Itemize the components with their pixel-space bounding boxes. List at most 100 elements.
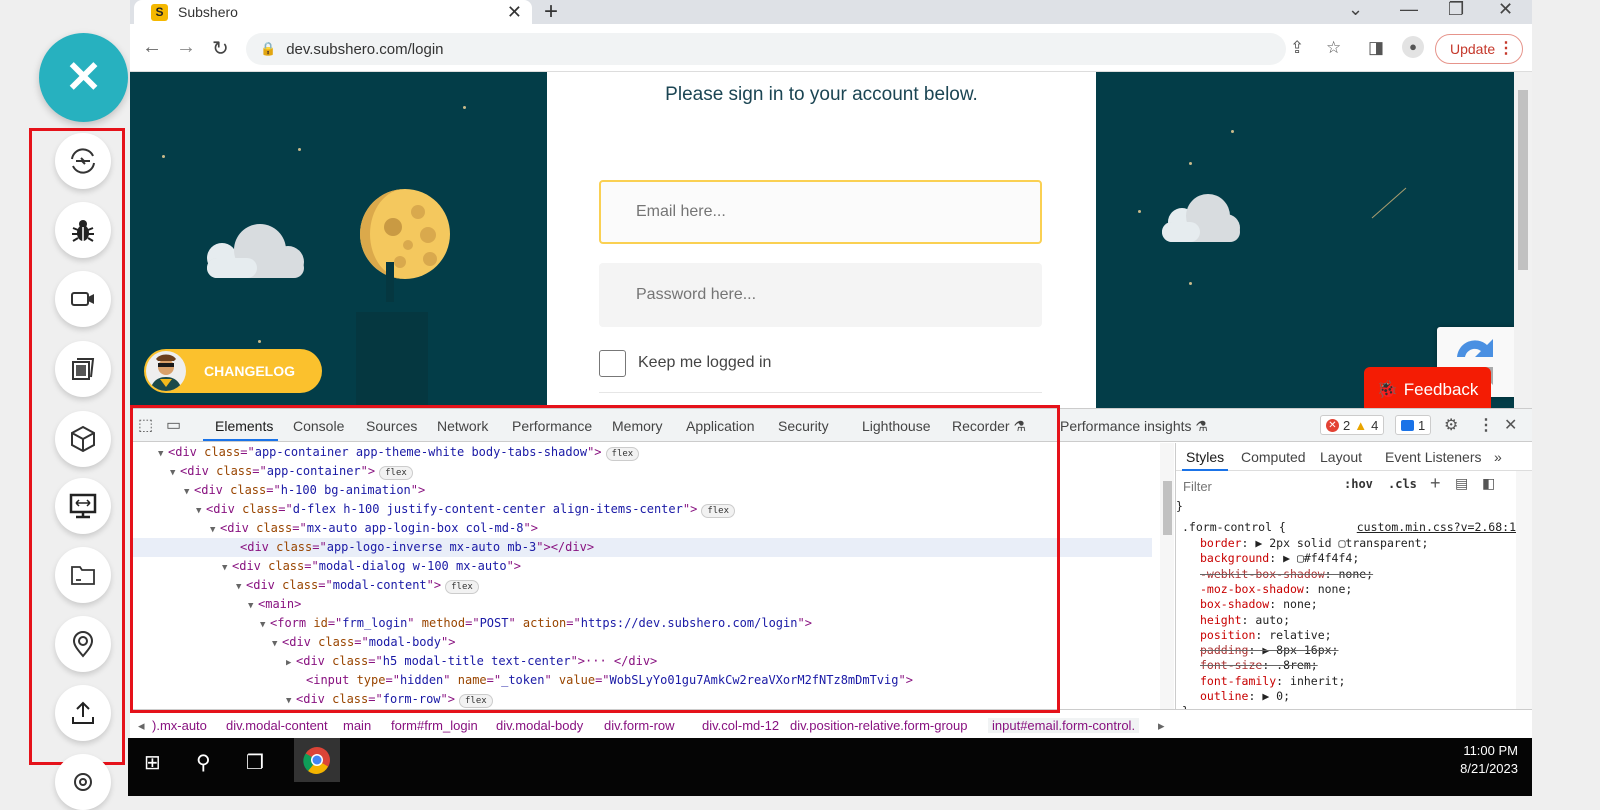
star	[1189, 282, 1192, 285]
page-scrollbar[interactable]	[1514, 72, 1532, 408]
browser-tab[interactable]: S Subshero ✕	[134, 0, 532, 24]
chrome-taskbar-button[interactable]	[294, 738, 340, 782]
tab-close-icon[interactable]: ✕	[507, 2, 522, 23]
style-declaration[interactable]: height: auto;	[1176, 613, 1516, 629]
style-source-link[interactable]: custom.min.css?v=2.68:1	[1357, 520, 1516, 536]
minimize-icon[interactable]: —	[1400, 0, 1418, 20]
style-declaration[interactable]: position: relative;	[1176, 628, 1516, 644]
hov-toggle[interactable]: :hov	[1344, 477, 1373, 491]
reload-icon[interactable]: ↻	[212, 36, 229, 61]
back-icon[interactable]: ←	[142, 36, 162, 59]
breadcrumb-scroll-right-icon[interactable]: ▸	[1158, 718, 1165, 734]
address-bar[interactable]: 🔒 dev.subshero.com/login	[246, 33, 1286, 65]
dom-scrollbar[interactable]	[1160, 443, 1174, 709]
feedback-button[interactable]: 🐞 Feedback	[1364, 367, 1491, 408]
remote-desktop-button[interactable]	[55, 478, 111, 534]
breadcrumb-item[interactable]: main	[343, 718, 371, 733]
bookmark-star-icon[interactable]: ☆	[1326, 38, 1341, 58]
restore-icon[interactable]: ❐	[1448, 0, 1464, 20]
styles-filter-input[interactable]	[1181, 475, 1331, 497]
style-declaration[interactable]: padding: ▶ 8px 16px;	[1176, 643, 1516, 659]
cube-icon	[71, 425, 95, 453]
system-clock[interactable]: 11:00 PM 8/21/2023	[1460, 742, 1518, 778]
breadcrumb-item[interactable]: input#email.form-control.	[988, 718, 1140, 733]
keep-logged-in-checkbox[interactable]	[599, 350, 626, 377]
devtools-more-icon[interactable]: ⋮	[1478, 415, 1494, 435]
tab-performance-insights[interactable]: Performance insights ⚗	[1060, 418, 1208, 435]
style-declaration[interactable]: font-family: inherit;	[1176, 674, 1516, 690]
style-declaration[interactable]: outline: ▶ 0;	[1176, 689, 1516, 705]
side-panel-icon[interactable]: ◨	[1368, 38, 1384, 58]
property-value: : ▶ 0;	[1248, 689, 1291, 703]
flask-icon: ⚗	[1195, 418, 1208, 434]
password-input[interactable]	[599, 263, 1042, 327]
url-text[interactable]: dev.subshero.com/login	[286, 41, 443, 58]
location-button[interactable]	[55, 616, 111, 672]
windows-start-icon[interactable]: ⊞	[144, 750, 161, 775]
tab-layout[interactable]: Layout	[1320, 449, 1362, 465]
dom-scrollbar-thumb[interactable]	[1163, 481, 1172, 535]
3d-box-button[interactable]	[55, 411, 111, 467]
toggle-sidebar-icon[interactable]: ◧	[1482, 475, 1495, 492]
tab-search-chevron-icon[interactable]: ⌄	[1348, 0, 1363, 20]
breadcrumb-scroll-left-icon[interactable]: ◂	[138, 718, 145, 734]
breadcrumb-item[interactable]: form#frm_login	[391, 718, 478, 733]
upload-button[interactable]	[55, 685, 111, 741]
bug-report-button[interactable]	[55, 202, 111, 258]
share-icon[interactable]: ⇪	[1290, 38, 1304, 58]
task-view-icon[interactable]: ❐	[246, 750, 264, 775]
star	[1189, 162, 1192, 165]
more-tabs-icon[interactable]: »	[1494, 449, 1502, 465]
tab-performance-insights-label: Performance insights	[1060, 418, 1192, 434]
close-toolbar-button[interactable]: ✕	[39, 33, 128, 122]
update-button[interactable]: Update ⋮	[1435, 34, 1523, 64]
issues-counter[interactable]: ✕ 2 ▲ 4	[1320, 415, 1385, 435]
messages-counter[interactable]: 1	[1395, 415, 1432, 435]
search-icon[interactable]: ⚲	[196, 750, 211, 775]
more-menu-icon[interactable]: ⋮	[1498, 38, 1514, 58]
property-value: : auto;	[1241, 612, 1291, 627]
breadcrumb-item[interactable]: div.modal-body	[496, 718, 583, 733]
tab-styles[interactable]: Styles	[1186, 449, 1224, 465]
page-scrollbar-thumb[interactable]	[1518, 90, 1528, 270]
cls-toggle[interactable]: .cls	[1388, 477, 1417, 491]
profile-icon[interactable]: ●	[1402, 36, 1424, 58]
settings-button[interactable]	[55, 754, 111, 810]
error-icon: ✕	[1326, 418, 1339, 432]
breadcrumb-item[interactable]: div.modal-content	[226, 718, 328, 733]
breadcrumb-item[interactable]: ).mx-auto	[152, 718, 207, 733]
star	[1138, 210, 1141, 213]
breadcrumb-item[interactable]: div.position-relative.form-group	[790, 718, 968, 733]
devtools-settings-icon[interactable]: ⚙	[1444, 415, 1458, 435]
feedback-label: Feedback	[1403, 379, 1479, 399]
location-pin-icon	[72, 631, 94, 658]
property-name: font-family	[1200, 673, 1277, 688]
styles-scrollbar[interactable]	[1516, 471, 1532, 739]
breadcrumb-item[interactable]: div.col-md-12	[702, 718, 779, 733]
format-painter-icon[interactable]: ▤	[1455, 475, 1468, 492]
sync-button[interactable]	[55, 133, 111, 189]
changelog-button[interactable]: CHANGELOG	[144, 349, 322, 393]
record-video-button[interactable]	[55, 271, 111, 327]
tab-computed[interactable]: Computed	[1241, 449, 1306, 465]
new-style-rule-icon[interactable]: +	[1430, 473, 1441, 494]
style-declaration[interactable]: border: ▶ 2px solid ▢transparent;	[1176, 536, 1516, 552]
lock-icon[interactable]: 🔒	[260, 41, 276, 57]
style-declaration[interactable]: box-shadow: none;	[1176, 597, 1516, 613]
window-close-icon[interactable]: ✕	[1498, 0, 1513, 20]
screenshots-button[interactable]	[55, 341, 111, 397]
files-button[interactable]	[55, 547, 111, 603]
upload-icon	[72, 701, 94, 724]
property-value: : ▶ 8px 16px;	[1248, 643, 1339, 658]
style-declaration[interactable]: background: ▶ ▢#f4f4f4;	[1176, 551, 1516, 567]
style-declaration[interactable]: font-size: .8rem;	[1176, 658, 1516, 674]
forward-icon[interactable]: →	[176, 36, 196, 59]
tab-event-listeners[interactable]: Event Listeners	[1385, 449, 1482, 465]
email-input[interactable]	[599, 180, 1042, 244]
new-tab-icon[interactable]: +	[544, 0, 558, 26]
style-declaration[interactable]: -webkit-box-shadow: none;	[1176, 567, 1516, 583]
keep-logged-in-label[interactable]: Keep me logged in	[638, 354, 771, 372]
style-declaration[interactable]: -moz-box-shadow: none;	[1176, 582, 1516, 598]
breadcrumb-item[interactable]: div.form-row	[604, 718, 675, 733]
devtools-close-icon[interactable]: ✕	[1504, 415, 1517, 435]
